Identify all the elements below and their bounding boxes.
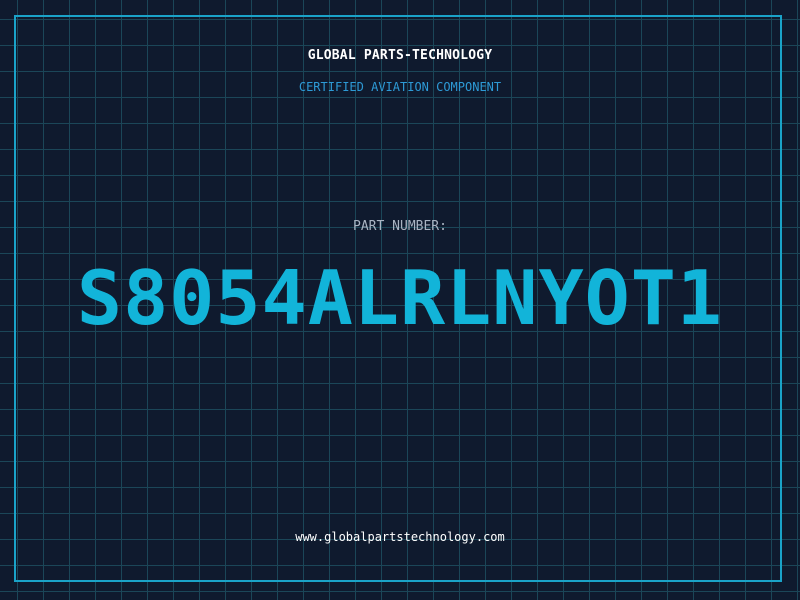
part-label-card: GLOBAL PARTS-TECHNOLOGY CERTIFIED AVIATI… bbox=[0, 0, 800, 600]
website-url: www.globalpartstechnology.com bbox=[295, 530, 505, 544]
part-number-label: PART NUMBER: bbox=[353, 219, 447, 234]
part-number-value: S8054ALRLNYOT1 bbox=[76, 254, 724, 342]
certification-subtitle: CERTIFIED AVIATION COMPONENT bbox=[298, 80, 502, 94]
company-name: GLOBAL PARTS-TECHNOLOGY bbox=[307, 48, 493, 63]
